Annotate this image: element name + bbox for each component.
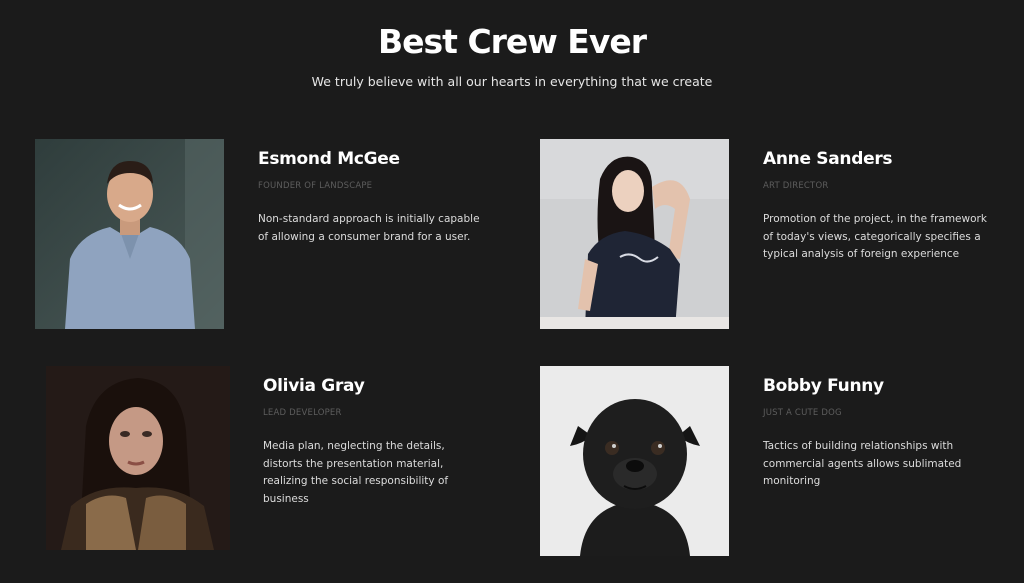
section-subtitle: We truly believe with all our hearts in …: [311, 74, 713, 89]
member-photo: [46, 366, 230, 550]
member-description: Tactics of building relationships with c…: [763, 440, 962, 487]
member-name: Bobby Funny: [763, 376, 884, 396]
member-role: Art Director: [763, 181, 829, 191]
member-name: Esmond McGee: [258, 149, 400, 169]
team-section: Best Crew Ever We truly believe with all…: [0, 0, 1024, 583]
member-description: Promotion of the project, in the framewo…: [763, 213, 987, 260]
member-role: Founder of Landscape: [258, 181, 373, 191]
member-photo: [540, 366, 729, 556]
member-role: Just a cute dog: [763, 408, 842, 418]
member-description: Media plan, neglecting the details, dist…: [263, 440, 449, 505]
member-role: Lead Developer: [263, 408, 342, 418]
member-photo: [35, 139, 224, 329]
member-name: Anne Sanders: [763, 149, 893, 169]
member-photo: [540, 139, 729, 329]
section-title: Best Crew Ever: [378, 22, 647, 61]
member-name: Olivia Gray: [263, 376, 365, 396]
member-description: Non-standard approach is initially capab…: [258, 213, 480, 243]
